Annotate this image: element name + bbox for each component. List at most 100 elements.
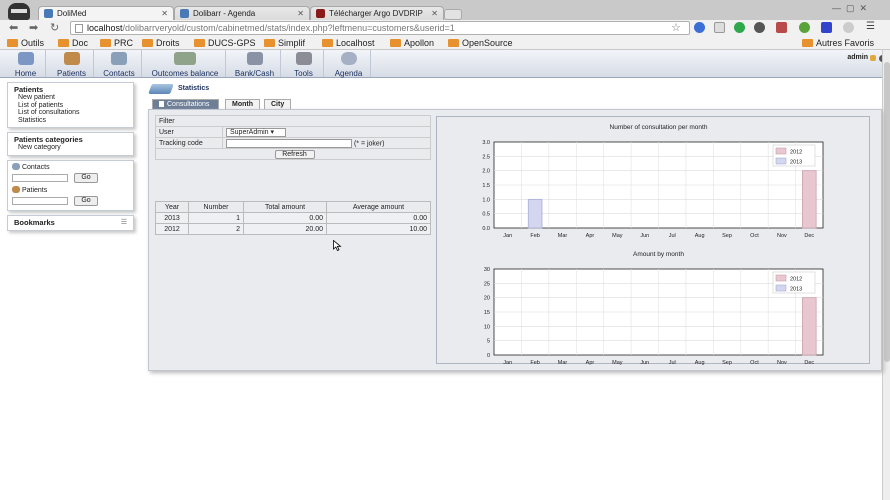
contacts-search-row: Go (12, 172, 129, 183)
tab-title: Télécharger Argo DVDRIP (329, 9, 423, 18)
bookmarks-title[interactable]: Bookmarks (14, 218, 128, 227)
forward-arrow-icon[interactable]: ➡ (29, 22, 38, 34)
menu-contacts[interactable]: Contacts (97, 50, 142, 78)
patients-search-input[interactable] (12, 196, 68, 205)
scrollbar-thumb[interactable] (884, 62, 890, 362)
menu-icon[interactable]: ☰ (866, 22, 877, 33)
star-icon[interactable]: ☆ (671, 22, 681, 34)
list-consultations-link[interactable]: List of consultations (14, 109, 128, 117)
tab-title: Dolibarr - Agenda (193, 9, 256, 18)
bookmark-folder[interactable]: PRC (100, 37, 133, 49)
tab-consultations[interactable]: Consultations (152, 99, 219, 109)
menu-patients[interactable]: Patients (50, 50, 94, 78)
close-icon[interactable]: ✕ (431, 7, 438, 20)
menu-agenda[interactable]: Agenda (327, 50, 371, 78)
extension-icon[interactable] (714, 22, 725, 33)
y-tick-label: 20 (484, 296, 490, 302)
user-select[interactable]: SuperAdmin ▾ (226, 127, 286, 137)
column-header: Year (155, 201, 189, 213)
other-bookmarks[interactable]: Autres Favoris (802, 37, 874, 49)
menu-home[interactable]: Home (6, 50, 46, 78)
stats-table: Year Number Total amount Average amount … (155, 201, 431, 235)
bookmark-folder[interactable]: Simplif (264, 37, 305, 49)
close-icon[interactable]: ✕ (161, 7, 168, 20)
legend-swatch (775, 147, 787, 155)
y-tick-label: 1.0 (482, 197, 490, 203)
categories-menu-block: Patients categories New category (7, 132, 134, 156)
logged-user[interactable]: admin (847, 54, 868, 61)
page-title: Statistics (148, 83, 209, 95)
bookmark-folder[interactable]: Doc (58, 37, 88, 49)
menu-tools[interactable]: Tools (284, 50, 324, 78)
bookmark-folder[interactable]: DUCS-GPS (194, 37, 256, 49)
url-host: localhost (87, 23, 123, 33)
contacts-search-label: Contacts (21, 163, 50, 171)
dolibarr-favicon-icon (44, 9, 53, 18)
charts-svg: Number of consultation per month 0.0 0.5 1.… (482, 124, 824, 366)
new-patient-link[interactable]: New patient (14, 94, 128, 102)
patients-menu-title[interactable]: Patients (14, 85, 128, 94)
table-cell: 0.00 (326, 212, 431, 224)
bookmark-folder[interactable]: Droits (142, 37, 180, 49)
bookmark-folder[interactable]: OpenSource (448, 37, 513, 49)
shield-icon[interactable] (843, 22, 854, 33)
chart-title: Number of consultation per month (610, 124, 708, 131)
x-tick-label: Oct (750, 360, 759, 365)
tracking-code-input[interactable] (226, 138, 352, 148)
list-patients-link[interactable]: List of patients (14, 102, 128, 110)
x-tick-label: Dec (804, 233, 814, 239)
tab-month[interactable]: Month (225, 99, 260, 109)
bookmark-folder[interactable]: Outils (7, 37, 44, 49)
close-icon[interactable]: ✕ (297, 7, 304, 20)
contacts-go-button[interactable]: Go (74, 172, 98, 183)
extension-icon[interactable] (694, 22, 705, 33)
browser-tab-argo[interactable]: Télécharger Argo DVDRIP ✕ (310, 6, 444, 21)
x-tick-label: Jun (640, 360, 649, 365)
new-tab-button[interactable] (444, 9, 462, 20)
extension-icon[interactable] (734, 22, 745, 33)
tab-strip: DoliMed ✕ Dolibarr - Agenda ✕ Télécharge… (0, 0, 890, 21)
browser-tab-dolimed[interactable]: DoliMed ✕ (38, 6, 174, 21)
url-bar[interactable]: localhost/dolibarrveryold/custom/cabinet… (70, 21, 690, 35)
browser-tab-agenda[interactable]: Dolibarr - Agenda ✕ (174, 6, 310, 21)
y-tick-label: 10 (484, 324, 490, 330)
menu-bank-cash[interactable]: Bank/Cash (229, 50, 281, 78)
extension-icon[interactable] (754, 22, 765, 33)
page-scrollbar[interactable] (882, 50, 890, 500)
joker-hint: (* = joker) (353, 139, 385, 147)
document-icon (159, 101, 164, 108)
refresh-button[interactable]: Refresh (274, 149, 315, 159)
x-tick-label: Oct (750, 233, 759, 239)
reload-icon[interactable]: ↻ (50, 22, 59, 34)
statistics-link[interactable]: Statistics (14, 117, 128, 125)
back-arrow-icon[interactable]: ⬅ (9, 22, 18, 34)
patients-go-button[interactable]: Go (74, 195, 98, 206)
search-block: Contacts Go Patients Go (7, 159, 134, 211)
tab-city[interactable]: City (264, 99, 292, 109)
window-controls[interactable]: — ▢ ✕ (832, 3, 867, 14)
legend-swatch (775, 274, 787, 282)
bookmarks-list-icon[interactable]: ☰ (121, 218, 127, 226)
extension-icon[interactable] (776, 22, 787, 33)
x-tick-label: Aug (695, 360, 705, 365)
bookmark-folder[interactable]: Localhost (322, 37, 375, 49)
y-tick-label: 1.5 (482, 183, 490, 189)
bank-icon (246, 52, 263, 65)
extension-icon[interactable] (821, 22, 832, 33)
contacts-search-input[interactable] (12, 173, 68, 182)
table-cell: 1 (188, 212, 244, 224)
extension-icon[interactable] (799, 22, 810, 33)
x-tick-label: Jan (503, 360, 512, 365)
categories-menu-title[interactable]: Patients categories (14, 135, 128, 144)
download-favicon-icon (316, 9, 325, 18)
patients-search-row: Go (12, 195, 129, 206)
x-tick-label: Jul (669, 233, 676, 239)
menu-outcomes-balance[interactable]: Outcomes balance (145, 50, 226, 78)
new-category-link[interactable]: New category (14, 144, 128, 152)
main-content: Statistics Consultations Month City Filt… (148, 83, 882, 371)
bookmark-folder[interactable]: Apollon (390, 37, 434, 49)
tracking-code-label: Tracking code (155, 137, 223, 149)
tab-label: Consultations (167, 101, 210, 108)
tools-icon (295, 52, 312, 65)
user-info-icon[interactable] (870, 55, 876, 61)
